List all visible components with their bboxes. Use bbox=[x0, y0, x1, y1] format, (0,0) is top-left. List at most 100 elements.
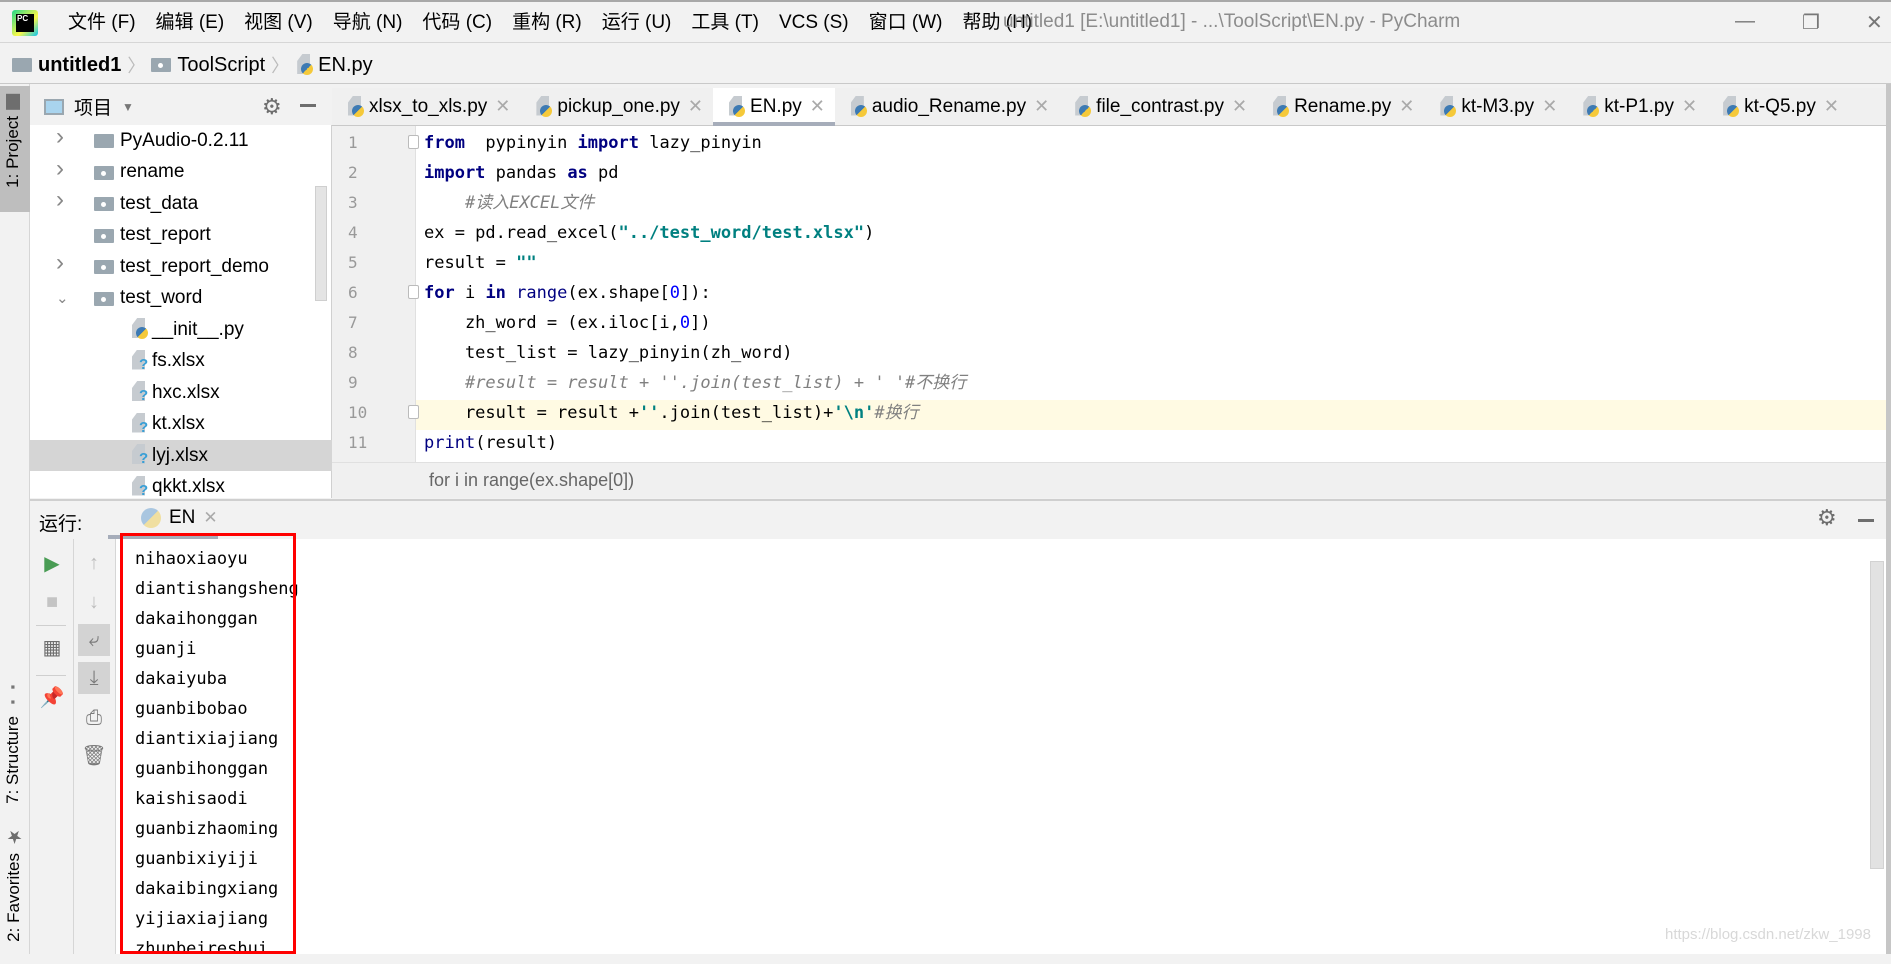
gear-icon[interactable]: ⚙ bbox=[262, 94, 282, 120]
code-line[interactable]: #读入EXCEL文件 bbox=[424, 188, 594, 218]
code-token: "" bbox=[516, 253, 537, 273]
tree-item[interactable]: qkkt.xlsx bbox=[30, 472, 332, 503]
close-tab-icon[interactable]: ✕ bbox=[1542, 96, 1557, 117]
code-token: print bbox=[424, 433, 476, 453]
code-token: "../test_word/test.xlsx" bbox=[618, 223, 865, 243]
menu-item[interactable]: 导航 (N) bbox=[323, 10, 413, 36]
code-line[interactable]: for i in range(ex.shape[0]): bbox=[424, 278, 711, 308]
breadcrumb-folder[interactable]: ToolScript bbox=[177, 54, 265, 77]
code-line[interactable]: result = result +''.join(test_list)+'\n'… bbox=[424, 398, 919, 428]
close-tab-icon[interactable]: ✕ bbox=[688, 96, 703, 117]
console-scrollbar[interactable] bbox=[1870, 561, 1884, 869]
line-number: 9 bbox=[348, 373, 358, 392]
pin-icon[interactable]: 📌 bbox=[36, 681, 68, 713]
close-tab-icon[interactable]: ✕ bbox=[1682, 96, 1697, 117]
menu-item[interactable]: 文件 (F) bbox=[58, 10, 146, 36]
editor-tab[interactable]: pickup_one.py ✕ bbox=[520, 88, 713, 125]
rerun-icon[interactable]: ▶ bbox=[36, 547, 68, 579]
menu-item[interactable]: 窗口 (W) bbox=[859, 10, 953, 36]
code-line[interactable]: import pandas as pd bbox=[424, 158, 619, 188]
code-line[interactable]: #result = result + ''.join(test_list) + … bbox=[424, 368, 966, 398]
editor-tab[interactable]: Rename.py ✕ bbox=[1257, 88, 1424, 125]
tree-item[interactable]: kt.xlsx bbox=[30, 409, 332, 440]
close-tab-icon[interactable]: ✕ bbox=[495, 96, 510, 117]
editor-tab[interactable]: EN.py ✕ bbox=[713, 88, 835, 126]
code-line[interactable]: from pypinyin import lazy_pinyin bbox=[424, 128, 762, 158]
chevron-right-icon[interactable]: › bbox=[56, 123, 64, 151]
folder-icon bbox=[12, 58, 32, 72]
tree-item[interactable]: ⌄ test_word bbox=[30, 283, 332, 314]
code-line[interactable]: test_list = lazy_pinyin(zh_word) bbox=[424, 338, 793, 368]
code-token: ) bbox=[864, 223, 875, 243]
gear-icon[interactable]: ⚙ bbox=[1817, 505, 1837, 531]
close-tab-icon[interactable]: ✕ bbox=[1399, 96, 1414, 117]
stop-icon[interactable]: ■ bbox=[36, 586, 68, 618]
hide-panel-icon[interactable] bbox=[300, 104, 316, 107]
menu-item[interactable]: 编辑 (E) bbox=[146, 10, 235, 36]
close-tab-icon[interactable]: ✕ bbox=[203, 508, 217, 528]
editor-tab[interactable]: kt-Q5.py ✕ bbox=[1707, 88, 1849, 125]
tree-item[interactable]: › test_data bbox=[30, 186, 332, 219]
close-tab-icon[interactable]: ✕ bbox=[1232, 96, 1247, 117]
code-editor[interactable]: 1 2 3 4 5 6 7 8 9 10 11 from pypinyin import lazy_… bbox=[332, 126, 1891, 462]
run-console: ▶ ■ ▦ 📌 ↑ ↓ ⤶ ⤓ ⎙ 🗑 nihaoxiaoyu diantisha… bbox=[30, 533, 1891, 959]
menu-item[interactable]: 视图 (V) bbox=[234, 10, 323, 36]
project-panel-title[interactable]: 项目 bbox=[74, 93, 112, 120]
hide-panel-icon[interactable] bbox=[1858, 519, 1874, 522]
tree-item[interactable]: test_report bbox=[30, 220, 332, 251]
code-line[interactable]: zh_word = (ex.iloc[i,0]) bbox=[424, 308, 711, 338]
project-tool-window-button[interactable]: 1: Project bbox=[3, 94, 23, 188]
menu-item[interactable]: 运行 (U) bbox=[592, 10, 682, 36]
editor-tab[interactable]: audio_Rename.py ✕ bbox=[835, 88, 1059, 125]
fold-marker-icon[interactable] bbox=[408, 285, 419, 299]
close-tab-icon[interactable]: ✕ bbox=[1034, 96, 1049, 117]
chevron-right-icon[interactable]: › bbox=[56, 155, 64, 183]
watermark: https://blog.csdn.net/zkw_1998 bbox=[1665, 926, 1871, 943]
editor-tab[interactable]: xlsx_to_xls.py ✕ bbox=[332, 88, 520, 125]
tree-item[interactable]: › test_report_demo bbox=[30, 249, 332, 282]
structure-tool-window-button[interactable]: 7: Structure ▪▪ bbox=[3, 680, 23, 804]
editor-tab[interactable]: file_contrast.py ✕ bbox=[1059, 88, 1257, 125]
tree-item[interactable]: › rename bbox=[30, 155, 332, 188]
editor-tab-bar: xlsx_to_xls.py ✕ pickup_one.py ✕ EN.py ✕ audio… bbox=[332, 88, 1891, 126]
chevron-down-icon[interactable]: ⌄ bbox=[56, 289, 69, 307]
arrow-down-icon[interactable]: ↓ bbox=[78, 586, 110, 618]
favorites-tool-window-button[interactable]: 2: Favorites ★ bbox=[3, 826, 25, 942]
maximize-button[interactable]: ❐ bbox=[1802, 10, 1820, 35]
project-scrollbar[interactable] bbox=[315, 186, 327, 301]
editor-tab[interactable]: kt-M3.py ✕ bbox=[1424, 88, 1567, 125]
menu-item[interactable]: 重构 (R) bbox=[502, 10, 592, 36]
arrow-up-icon[interactable]: ↑ bbox=[78, 547, 110, 579]
trash-icon[interactable]: 🗑 bbox=[78, 739, 110, 771]
tree-item[interactable]: lyj.xlsx bbox=[30, 440, 332, 471]
fold-marker-icon[interactable] bbox=[408, 405, 419, 419]
breadcrumb-file[interactable]: EN.py bbox=[318, 54, 372, 77]
chevron-right-icon[interactable]: › bbox=[56, 186, 64, 214]
breadcrumb-project[interactable]: untitled1 bbox=[38, 54, 121, 77]
tree-item[interactable]: fs.xlsx bbox=[30, 346, 332, 377]
code-token: i bbox=[454, 283, 486, 303]
code-token: in bbox=[485, 283, 506, 303]
menu-item[interactable]: VCS (S) bbox=[769, 10, 859, 36]
fold-marker-icon[interactable] bbox=[408, 135, 419, 149]
scroll-to-end-icon[interactable]: ⤓ bbox=[78, 662, 110, 694]
close-button[interactable]: ✕ bbox=[1866, 10, 1883, 35]
minimize-button[interactable]: — bbox=[1735, 10, 1755, 33]
close-tab-icon[interactable]: ✕ bbox=[1824, 96, 1839, 117]
menu-item[interactable]: 工具 (T) bbox=[681, 10, 769, 36]
code-line[interactable]: print(result) bbox=[424, 428, 557, 458]
menu-item[interactable]: 代码 (C) bbox=[412, 10, 502, 36]
code-breadcrumb-footer[interactable]: for i in range(ex.shape[0]) bbox=[332, 462, 1891, 498]
chevron-right-icon[interactable]: › bbox=[56, 249, 64, 277]
close-tab-icon[interactable]: ✕ bbox=[810, 96, 825, 117]
restore-layout-icon[interactable]: ▦ bbox=[36, 631, 68, 663]
tree-item[interactable]: › PyAudio-0.2.11 bbox=[30, 123, 332, 156]
soft-wrap-icon[interactable]: ⤶ bbox=[78, 624, 110, 656]
tree-item[interactable]: __init__.py bbox=[30, 314, 332, 345]
print-icon[interactable]: ⎙ bbox=[78, 702, 110, 734]
tree-item[interactable]: hxc.xlsx bbox=[30, 377, 332, 408]
code-line[interactable]: ex = pd.read_excel("../test_word/test.xl… bbox=[424, 218, 874, 248]
editor-tab[interactable]: kt-P1.py ✕ bbox=[1567, 88, 1707, 125]
code-line[interactable]: result = "" bbox=[424, 248, 537, 278]
dropdown-icon[interactable]: ▼ bbox=[122, 100, 134, 114]
